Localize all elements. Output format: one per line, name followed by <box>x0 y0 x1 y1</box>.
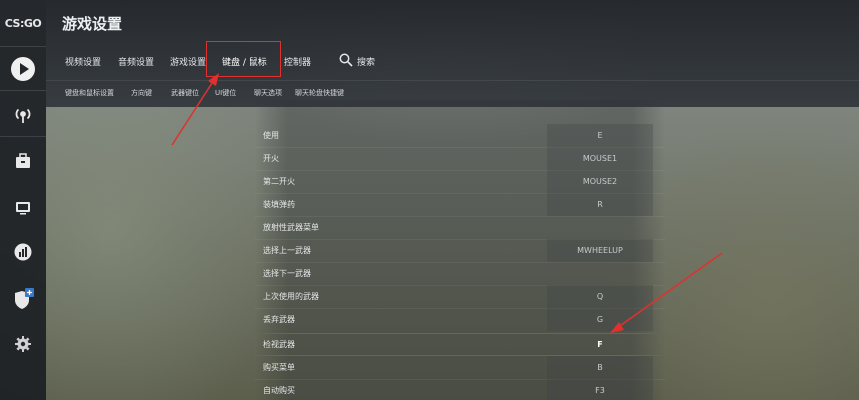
binding-row[interactable]: 放射性武器菜单 <box>255 216 665 239</box>
header-divider <box>46 80 859 81</box>
binding-action: 自动购买 <box>263 386 295 395</box>
binding-key[interactable]: MWHEELUP <box>547 239 653 262</box>
tab-game[interactable]: 游戏设置 <box>170 55 206 68</box>
binding-row[interactable]: 开火 MOUSE1 <box>255 147 665 170</box>
binding-key[interactable]: E <box>547 124 653 147</box>
broadcast-icon[interactable] <box>8 100 38 130</box>
subtab-chat-options[interactable]: 聊天选项 <box>254 88 282 98</box>
tab-controller[interactable]: 控制器 <box>284 55 311 68</box>
binding-key[interactable]: MOUSE2 <box>547 170 653 193</box>
binding-key[interactable] <box>547 262 653 285</box>
binding-key[interactable]: B <box>547 356 653 379</box>
sidebar: CS:GO <box>0 0 46 400</box>
stats-icon[interactable] <box>8 237 38 267</box>
binding-action: 放射性武器菜单 <box>263 223 319 232</box>
subtab-chat-wheel-shortcuts[interactable]: 聊天轮盘快捷键 <box>295 88 344 98</box>
csgo-logo[interactable]: CS:GO <box>0 0 46 46</box>
binding-key[interactable]: MOUSE1 <box>547 147 653 170</box>
sidebar-divider <box>0 90 46 91</box>
search-label[interactable]: 搜索 <box>357 55 375 68</box>
binding-row[interactable]: 第二开火 MOUSE2 <box>255 170 665 193</box>
subtab-keyboard-mouse-settings[interactable]: 键盘和鼠标设置 <box>65 88 114 98</box>
binding-key[interactable]: Q <box>547 285 653 308</box>
binding-row[interactable]: 使用 E <box>255 124 665 147</box>
play-icon[interactable] <box>8 54 38 84</box>
binding-row[interactable]: 丢弃武器 G <box>255 308 665 331</box>
binding-key[interactable]: G <box>547 308 653 331</box>
annotation-box-tab <box>206 41 281 77</box>
binding-key[interactable] <box>547 216 653 239</box>
annotation-box-row <box>255 333 664 356</box>
binding-action: 上次使用的武器 <box>263 292 319 301</box>
binding-row[interactable]: 购买菜单 B <box>255 356 665 379</box>
binding-row[interactable]: 选择下一武器 <box>255 262 665 285</box>
binding-row[interactable]: 装填弹药 R <box>255 193 665 216</box>
binding-key[interactable]: F3 <box>547 379 653 400</box>
binding-row[interactable]: 上次使用的武器 Q <box>255 285 665 308</box>
sidebar-divider <box>0 136 46 137</box>
tab-audio[interactable]: 音频设置 <box>118 55 154 68</box>
binding-action: 第二开火 <box>263 177 295 186</box>
binding-action: 选择下一武器 <box>263 269 311 278</box>
inventory-icon[interactable] <box>8 146 38 176</box>
page-title: 游戏设置 <box>62 15 123 33</box>
shield-plus-icon[interactable] <box>8 284 38 314</box>
sidebar-divider <box>0 46 46 47</box>
binding-action: 开火 <box>263 154 279 163</box>
binding-action: 使用 <box>263 131 279 140</box>
watch-tv-icon[interactable] <box>8 192 38 222</box>
subtab-weapon-keys[interactable]: 武器键位 <box>171 88 199 98</box>
tab-video[interactable]: 视频设置 <box>65 55 101 68</box>
search-icon[interactable] <box>339 53 353 67</box>
binding-row[interactable]: 自动购买 F3 <box>255 379 665 400</box>
subtab-ui-keys[interactable]: UI键位 <box>215 88 236 98</box>
binding-action: 丢弃武器 <box>263 315 295 324</box>
gear-icon[interactable] <box>8 329 38 359</box>
binding-action: 选择上一武器 <box>263 246 311 255</box>
settings-header <box>46 0 859 107</box>
binding-action: 装填弹药 <box>263 200 295 209</box>
subtab-movement[interactable]: 方向键 <box>131 88 152 98</box>
binding-key[interactable]: R <box>547 193 653 216</box>
binding-action: 购买菜单 <box>263 363 295 372</box>
binding-row[interactable]: 选择上一武器 MWHEELUP <box>255 239 665 262</box>
